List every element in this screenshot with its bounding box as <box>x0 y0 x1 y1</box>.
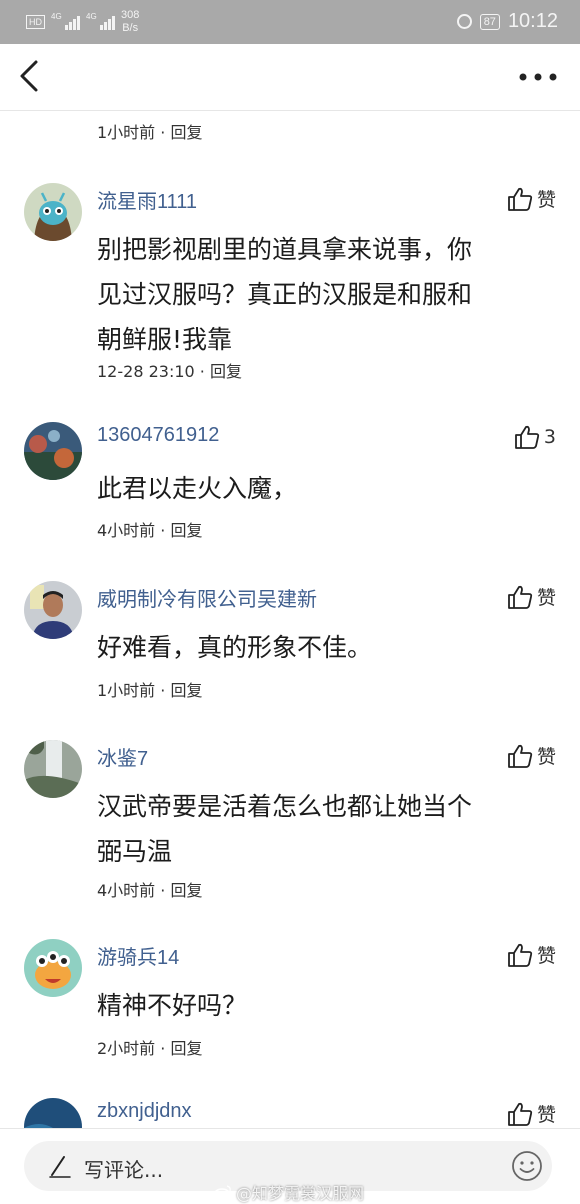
network-speed: 308 B/s <box>121 9 139 35</box>
clock: 10:12 <box>507 10 558 32</box>
signal-icon: 4G <box>86 12 115 30</box>
username[interactable]: zbxnjdjdnx <box>97 1100 192 1123</box>
meta-separator: · <box>160 1039 166 1058</box>
comment-time: 1小时前 <box>97 681 156 700</box>
comment-line: 此君以走火入魔， <box>97 474 298 503</box>
comment-time: 2小时前 <box>97 1039 156 1058</box>
comment-line: 汉武帝要是活着怎么也都让她当个 <box>97 792 473 821</box>
back-button[interactable] <box>14 58 50 94</box>
like-count: 3 <box>543 426 556 448</box>
comment-text: 汉武帝要是活着怎么也都让她当个 弼马温 <box>97 784 547 874</box>
reply-link[interactable]: 回复 <box>170 681 202 700</box>
like-button[interactable]: 赞 <box>507 941 556 968</box>
like-label: 赞 <box>536 189 556 211</box>
more-horizontal-icon <box>519 73 557 81</box>
more-button[interactable] <box>516 62 560 92</box>
reply-link[interactable]: 回复 <box>170 881 202 900</box>
comment-meta: 4小时前 · 回复 <box>97 517 202 541</box>
meta-separator: · <box>160 521 166 540</box>
battery-icon: 87 <box>479 13 500 30</box>
network-speed-value: 308 <box>121 9 140 21</box>
avatar[interactable] <box>24 939 82 997</box>
reply-link[interactable]: 回复 <box>170 1039 202 1058</box>
like-button[interactable]: 赞 <box>507 1100 556 1127</box>
username[interactable]: 冰鉴7 <box>97 742 148 771</box>
comment-line: 好难看，真的形象不佳。 <box>97 633 373 662</box>
thumbs-up-icon <box>508 585 533 609</box>
hd-badge: HD <box>26 15 45 29</box>
like-button[interactable]: 3 <box>514 424 556 450</box>
pen-icon <box>49 1156 71 1178</box>
like-label: 赞 <box>536 945 556 967</box>
comment-line: 精神不好吗？ <box>97 991 248 1020</box>
comment-meta: 12-28 23:10 · 回复 <box>97 358 242 382</box>
like-button[interactable]: 赞 <box>507 583 556 610</box>
like-label: 赞 <box>536 1104 556 1126</box>
comment-line: 弼马温 <box>97 837 173 866</box>
meta-separator: · <box>160 123 166 142</box>
weibo-logo-icon <box>214 1185 231 1200</box>
alarm-icon <box>456 14 472 29</box>
thumbs-up-icon <box>508 1102 533 1126</box>
thumbs-up-icon <box>515 425 540 449</box>
comment-text: 好难看，真的形象不佳。 <box>97 625 547 670</box>
chevron-left-icon <box>20 60 38 92</box>
like-label: 赞 <box>536 746 556 768</box>
landscape-avatar-image <box>24 422 82 480</box>
avatar[interactable] <box>24 581 82 639</box>
meta-separator: · <box>160 881 166 900</box>
status-left: HD 4G 4G 308 B/s <box>26 9 139 35</box>
avatar[interactable] <box>24 183 82 241</box>
emoji-button[interactable] <box>510 1149 544 1183</box>
username[interactable]: 13604761912 <box>97 424 219 447</box>
comment-text: 别把影视剧里的道具拿来说事，你 见过汉服吗？真正的汉服是和服和 朝鲜服!我靠 <box>97 227 547 362</box>
username[interactable]: 威明制冷有限公司吴建新 <box>97 583 317 612</box>
comment-text: 精神不好吗？ <box>97 983 547 1028</box>
signal-icon: 4G <box>51 12 80 30</box>
avatar[interactable] <box>24 740 82 798</box>
comment-meta: 4小时前 · 回复 <box>97 877 202 901</box>
monster-avatar-image <box>24 183 82 241</box>
comment-meta: 2小时前 · 回复 <box>97 1035 202 1059</box>
reply-link[interactable]: 回复 <box>170 521 202 540</box>
three-eyed-monster-avatar-image <box>24 939 82 997</box>
thumbs-up-icon <box>508 943 533 967</box>
network-speed-unit: B/s <box>122 22 139 34</box>
comment-time: 4小时前 <box>97 881 156 900</box>
comment-meta: 1小时前 · 回复 <box>97 677 202 701</box>
reply-link[interactable]: 回复 <box>170 123 202 142</box>
comment-text: 此君以走火入魔， <box>97 466 547 511</box>
avatar[interactable] <box>24 422 82 480</box>
waterfall-avatar-image <box>24 740 82 798</box>
comment-time: 12-28 23:10 <box>97 362 195 381</box>
watermark-text: @知梦霓裳汉服网 <box>236 1184 365 1203</box>
like-button[interactable]: 赞 <box>507 742 556 769</box>
portrait-avatar-image <box>24 581 82 639</box>
comment-meta: 1小时前 · 回复 <box>97 119 202 143</box>
username[interactable]: 游骑兵14 <box>97 941 179 970</box>
thumbs-up-icon <box>508 744 533 768</box>
status-bar: HD 4G 4G 308 B/s 87 10:12 <box>0 0 580 44</box>
comment-line: 别把影视剧里的道具拿来说事，你 <box>97 235 473 264</box>
like-label: 赞 <box>536 587 556 609</box>
sim1-label: 4G <box>51 12 62 21</box>
nav-bar <box>0 44 580 111</box>
comment-input-placeholder: 写评论... <box>84 1158 164 1182</box>
watermark: @知梦霓裳汉服网 <box>214 1180 364 1204</box>
comment-time: 4小时前 <box>97 521 156 540</box>
comment-line: 见过汉服吗？真正的汉服是和服和 <box>97 280 473 309</box>
meta-separator: · <box>160 681 166 700</box>
smiley-icon <box>512 1151 542 1181</box>
status-right: 87 10:12 <box>456 10 558 33</box>
like-button[interactable]: 赞 <box>507 185 556 212</box>
username[interactable]: 流星雨1111 <box>97 185 197 214</box>
comment-time: 1小时前 <box>97 123 156 142</box>
thumbs-up-icon <box>508 187 533 211</box>
sim2-label: 4G <box>86 12 97 21</box>
comment-line: 朝鲜服!我靠 <box>97 325 233 354</box>
reply-link[interactable]: 回复 <box>210 362 242 381</box>
meta-separator: · <box>199 362 205 381</box>
